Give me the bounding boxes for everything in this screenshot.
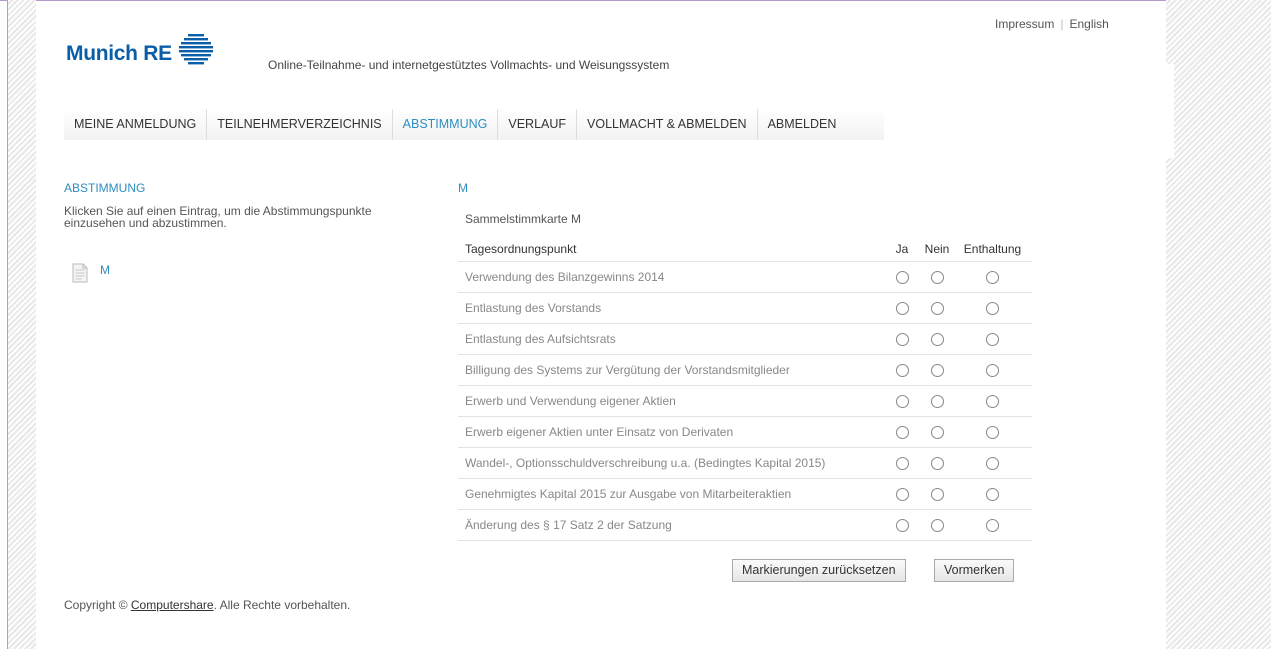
vote-yes-radio[interactable] [895, 302, 909, 316]
top-links: Impressum | English [995, 17, 1109, 31]
table-row: Entlastung des Aufsichtsrats [458, 323, 1032, 355]
vote-no-radio[interactable] [930, 302, 944, 316]
column-header-yes: Ja [895, 242, 909, 256]
computershare-link[interactable]: Computershare [131, 598, 214, 612]
logo[interactable]: Munich RE [66, 34, 213, 66]
top-border [0, 0, 1271, 1]
vote-yes-radio[interactable] [895, 395, 909, 409]
vote-yes-radio[interactable] [895, 519, 909, 533]
agenda-item-label: Wandel-, Optionsschuldverschreibung u.a.… [458, 447, 883, 479]
vote-abstain-radio[interactable] [986, 333, 999, 347]
agenda-item-label: Entlastung des Aufsichtsrats [458, 323, 883, 355]
tab-vollmacht-abmelden[interactable]: VOLLMACHT & ABMELDEN [577, 109, 758, 140]
vote-abstain-radio[interactable] [986, 302, 999, 316]
column-header-abstain: Enthaltung [963, 242, 1022, 256]
voting-table: Tagesordnungspunkt Ja Nein Enthaltung Ve… [458, 237, 1032, 541]
vote-no-radio[interactable] [930, 364, 944, 378]
vote-yes-radio[interactable] [895, 364, 909, 378]
voting-sidebar: ABSTIMMUNG Klicken Sie auf einen Eintrag… [64, 181, 434, 283]
sidebar-heading: ABSTIMMUNG [64, 181, 146, 195]
document-icon [72, 263, 88, 283]
agenda-item-label: Änderung des § 17 Satz 2 der Satzung [458, 509, 883, 541]
agenda-item-label: Erwerb eigener Aktien unter Einsatz von … [458, 416, 883, 448]
vote-no-radio[interactable] [930, 395, 944, 409]
vote-no-radio[interactable] [930, 333, 944, 347]
table-row: Wandel-, Optionsschuldverschreibung u.a.… [458, 447, 1032, 479]
vote-abstain-radio[interactable] [986, 519, 999, 533]
agenda-item-label: Billigung des Systems zur Vergütung der … [458, 354, 883, 386]
table-row: Genehmigtes Kapital 2015 zur Ausgabe von… [458, 478, 1032, 510]
tab-abstimmung[interactable]: ABSTIMMUNG [393, 109, 499, 140]
copyright-suffix: . Alle Rechte vorbehalten. [213, 598, 351, 612]
vote-no-radio[interactable] [930, 426, 944, 440]
table-row: Billigung des Systems zur Vergütung der … [458, 354, 1032, 386]
table-row: Änderung des § 17 Satz 2 der Satzung [458, 509, 1032, 541]
table-row: Verwendung des Bilanzgewinns 2014 [458, 261, 1032, 293]
column-header-item: Tagesordnungspunkt [465, 242, 577, 256]
column-header-no: Nein [924, 242, 950, 256]
ballot-card-title: Sammelstimmkarte M [465, 212, 582, 226]
vote-yes-radio[interactable] [895, 271, 909, 285]
vote-abstain-radio[interactable] [986, 364, 999, 378]
agenda-item-label: Verwendung des Bilanzgewinns 2014 [458, 261, 883, 293]
ballot-entry[interactable]: M [72, 263, 110, 283]
table-row: Erwerb und Verwendung eigener Aktien [458, 385, 1032, 417]
ballot-entry-label: M [100, 263, 110, 277]
ballot-heading: M [458, 181, 468, 195]
save-button[interactable]: Vormerken [934, 559, 1015, 582]
vote-abstain-radio[interactable] [986, 457, 999, 471]
site-title: Online-Teilnahme- und internetgestütztes… [268, 58, 670, 72]
vote-abstain-radio[interactable] [986, 271, 999, 285]
language-link[interactable]: English [1069, 17, 1108, 31]
agenda-item-label: Entlastung des Vorstands [458, 292, 883, 324]
vote-no-radio[interactable] [930, 457, 944, 471]
link-separator: | [1060, 17, 1064, 31]
vote-yes-radio[interactable] [895, 426, 909, 440]
vote-yes-radio[interactable] [895, 457, 909, 471]
agenda-item-label: Genehmigtes Kapital 2015 zur Ausgabe von… [458, 478, 883, 510]
vote-yes-radio[interactable] [895, 333, 909, 347]
vote-abstain-radio[interactable] [986, 488, 999, 502]
vote-abstain-radio[interactable] [986, 395, 999, 409]
footer: Copyright © Computershare. Alle Rechte v… [64, 598, 350, 612]
reset-marks-button[interactable]: Markierungen zurücksetzen [732, 559, 906, 582]
tab-abmelden[interactable]: ABMELDEN [758, 109, 885, 140]
imprint-link[interactable]: Impressum [995, 17, 1054, 31]
tab-verlauf[interactable]: VERLAUF [498, 109, 578, 140]
vote-abstain-radio[interactable] [986, 426, 999, 440]
vote-yes-radio[interactable] [895, 488, 909, 502]
ballot-panel: M Sammelstimmkarte M Tagesordnungspunkt … [458, 181, 1032, 582]
copyright-prefix: Copyright © [64, 598, 128, 612]
header-panel-edge [1166, 64, 1174, 158]
left-background-pattern [8, 0, 36, 649]
munich-re-logo-icon [178, 34, 213, 65]
tab-teilnehmerverzeichnis[interactable]: TEILNEHMERVERZEICHNIS [207, 109, 393, 140]
brand-name: Munich RE [66, 42, 172, 65]
main-navigation: MEINE ANMELDUNG TEILNEHMERVERZEICHNIS AB… [64, 109, 885, 140]
table-row: Erwerb eigener Aktien unter Einsatz von … [458, 416, 1032, 448]
vote-no-radio[interactable] [930, 488, 944, 502]
right-background-pattern [1166, 0, 1271, 649]
agenda-item-label: Erwerb und Verwendung eigener Aktien [458, 385, 883, 417]
vote-no-radio[interactable] [930, 519, 944, 533]
sidebar-intro: Klicken Sie auf einen Eintrag, um die Ab… [64, 204, 372, 230]
vote-no-radio[interactable] [930, 271, 944, 285]
table-row: Entlastung des Vorstands [458, 292, 1032, 324]
tab-meine-anmeldung[interactable]: MEINE ANMELDUNG [64, 109, 208, 140]
table-header-row: Tagesordnungspunkt Ja Nein Enthaltung [458, 237, 1032, 262]
